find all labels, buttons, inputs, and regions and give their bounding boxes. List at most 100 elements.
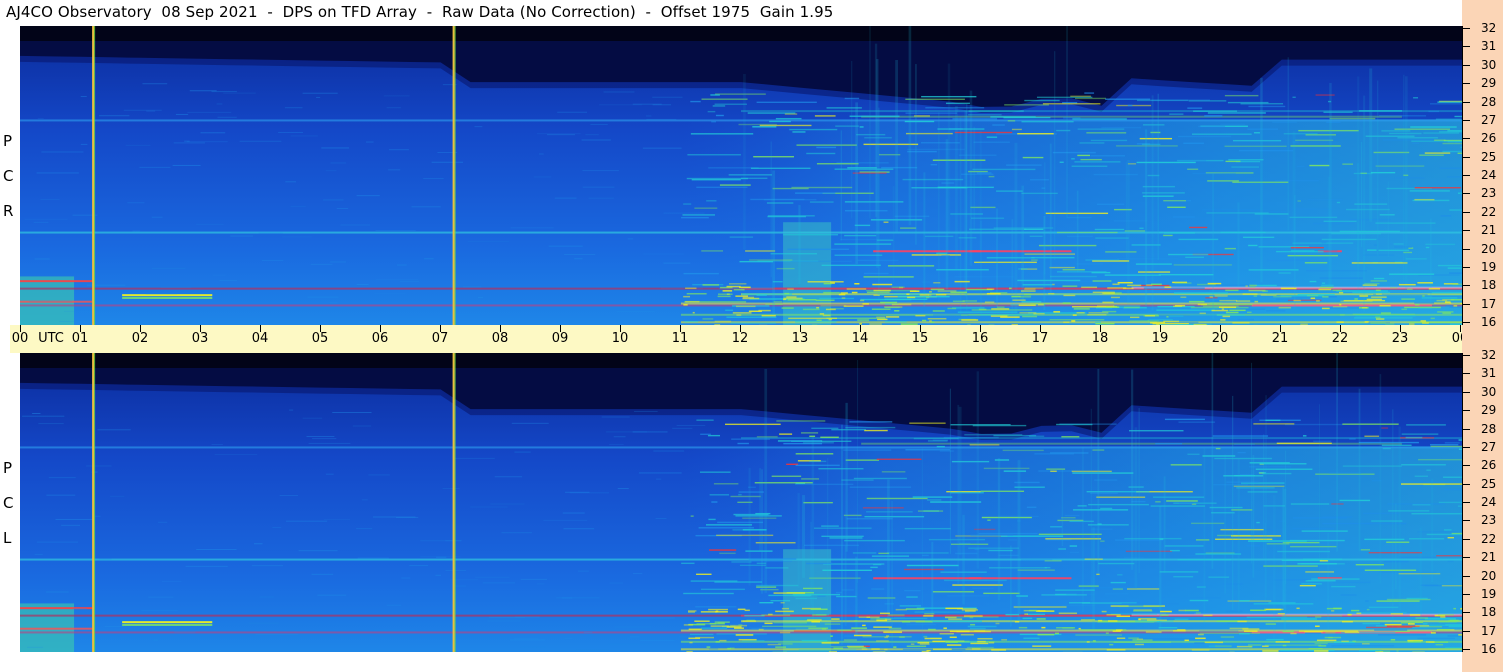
signal-streak (1117, 574, 1123, 576)
signal-streak (1424, 618, 1456, 620)
lowfreq-speckle (969, 616, 974, 619)
lowfreq-speckle (781, 607, 790, 610)
signal-streak (849, 421, 893, 423)
lowfreq-speckle (1062, 627, 1074, 629)
signal-streak (1215, 447, 1221, 450)
weak-streak (24, 218, 68, 220)
lowfreq-speckle (1207, 282, 1222, 285)
signal-streak (1056, 423, 1093, 426)
weak-streak (514, 451, 531, 453)
weak-streak (564, 638, 573, 640)
lowfreq-speckle (1151, 283, 1162, 286)
signal-streak (1313, 222, 1355, 225)
signal-streak (795, 453, 834, 455)
signal-streak (1056, 129, 1071, 132)
frequency-tick-mark (1462, 612, 1470, 614)
frequency-tick-label: 27 (1481, 439, 1497, 454)
vertical-striation (1356, 163, 1360, 266)
signal-streak (714, 581, 763, 583)
lowfreq-speckle (1147, 320, 1160, 322)
lowfreq-speckle (1102, 292, 1115, 294)
weak-streak (401, 577, 411, 579)
signal-streak (1447, 560, 1454, 563)
rcp-spectrogram (20, 26, 1462, 325)
signal-streak (818, 468, 864, 470)
lowfreq-speckle (1078, 627, 1081, 630)
lowfreq-speckle (1106, 649, 1126, 651)
weak-streak (251, 565, 284, 567)
lowfreq-speckle (1375, 293, 1382, 295)
lowfreq-speckle (977, 637, 993, 640)
signal-streak (684, 320, 699, 323)
lowfreq-speckle (1364, 321, 1369, 323)
weak-streak (395, 517, 419, 519)
weak-streak (356, 195, 380, 197)
signal-streak (681, 562, 695, 565)
utc-tick-label: 01 (71, 331, 89, 346)
lowfreq-speckle (1282, 644, 1287, 647)
lowfreq-speckle (1366, 608, 1370, 611)
lowfreq-speckle (772, 651, 787, 652)
weak-streak (310, 263, 333, 265)
signal-streak (922, 281, 931, 283)
signal-streak (899, 605, 922, 607)
vertical-striation (947, 63, 951, 233)
signal-streak (1049, 319, 1105, 321)
signal-streak (1342, 423, 1399, 425)
signal-streak (904, 589, 921, 592)
signal-streak (1224, 247, 1236, 250)
lowfreq-speckle (1449, 619, 1459, 622)
lowfreq-speckle (718, 293, 733, 295)
signal-streak (1270, 210, 1287, 213)
signal-streak (795, 464, 840, 467)
signal-streak (1191, 133, 1252, 135)
signal-streak (1360, 549, 1371, 551)
lowfreq-speckle (1380, 312, 1391, 314)
signal-streak (694, 207, 718, 209)
signal-streak (1204, 115, 1223, 117)
signal-streak (1050, 470, 1057, 472)
weak-streak (645, 115, 652, 117)
frequency-tick-label: 29 (1481, 403, 1497, 418)
signal-streak (691, 179, 741, 181)
rcp-spectrogram-svg (20, 26, 1462, 325)
signal-streak (1321, 241, 1327, 244)
vertical-striation (1395, 503, 1397, 590)
lowfreq-speckle (1019, 312, 1037, 314)
lowfreq-speckle (945, 607, 963, 610)
signal-streak (1031, 259, 1038, 261)
signal-streak (1258, 471, 1267, 474)
vertical-striation (877, 107, 880, 300)
weak-streak (629, 636, 640, 638)
signal-streak (1105, 251, 1137, 253)
signal-streak (852, 552, 877, 554)
vertical-striation (915, 64, 917, 245)
frequency-tick-mark (1462, 483, 1470, 485)
signal-streak (690, 515, 694, 517)
lowfreq-speckle (1359, 295, 1369, 297)
signal-streak (1199, 630, 1239, 632)
lowfreq-speckle (1062, 285, 1078, 287)
weak-streak (316, 96, 321, 98)
signal-streak (1355, 315, 1416, 317)
signal-streak (1410, 126, 1457, 128)
vertical-striation (1066, 26, 1069, 218)
lowfreq-speckle (819, 313, 825, 315)
weak-streak (562, 512, 585, 514)
weak-streak (356, 284, 369, 286)
lowfreq-speckle (837, 629, 852, 631)
vertical-striation (955, 105, 958, 271)
signal-streak (1213, 483, 1249, 486)
lowfreq-speckle (1081, 286, 1098, 289)
lowfreq-speckle (1035, 610, 1055, 612)
weak-streak (588, 197, 614, 199)
signal-streak (909, 422, 946, 424)
weak-streak (148, 596, 174, 598)
signal-streak (1007, 120, 1016, 122)
lowfreq-speckle (1102, 301, 1114, 304)
utc-tick-mark (800, 325, 801, 332)
signal-streak (1454, 115, 1462, 118)
weak-streak (467, 241, 509, 243)
lowfreq-speckle (779, 631, 791, 634)
weak-streak (46, 494, 76, 496)
